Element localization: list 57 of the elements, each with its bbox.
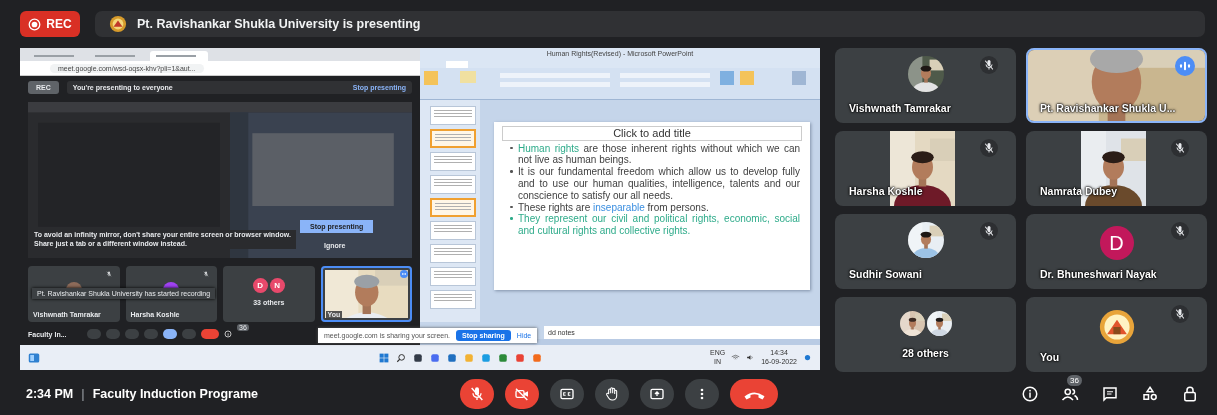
volume-icon[interactable] (746, 354, 756, 361)
search-icon[interactable] (395, 352, 406, 363)
participant-name: Sudhir Sowani (849, 268, 922, 280)
slide-thumbnail[interactable] (430, 221, 476, 240)
slide-bullet: They represent our civil and political rights, economic, social and cultural rights and collective rights. (510, 213, 800, 237)
slide-thumbnail[interactable] (430, 244, 476, 263)
university-logo (1098, 309, 1135, 345)
avatar-initial: D (1099, 226, 1134, 260)
info-icon[interactable] (1021, 384, 1039, 403)
presenting-text: Pt. Ravishankar Shukla University is presenting (137, 17, 421, 31)
more-options-button[interactable] (685, 378, 719, 409)
slide-thumbnail[interactable] (430, 152, 476, 171)
slide-bullet: Human rights are those inherent rights without which we can not live as human beings. (510, 142, 800, 167)
recording-button[interactable]: REC (20, 11, 80, 37)
participant-name: You (1040, 351, 1060, 363)
university-logo (109, 15, 127, 33)
app-icon[interactable] (412, 352, 423, 363)
avatar-initial: D (252, 278, 268, 293)
raise-hand-button[interactable] (595, 378, 629, 409)
browser-tab[interactable] (150, 51, 208, 62)
slide-thumbnail[interactable] (430, 106, 476, 125)
present-button[interactable] (163, 329, 177, 339)
app-icon[interactable] (446, 352, 457, 363)
slide-thumbnail[interactable] (430, 129, 476, 148)
slide-thumbnail[interactable] (430, 290, 476, 309)
meeting-title: Faculty Induction Programe (92, 386, 258, 401)
participant-name: Vishwnath Tamrakar (849, 102, 951, 114)
participant-name: 28 others (902, 347, 949, 359)
wifi-icon[interactable] (731, 354, 741, 361)
hand-icon (604, 385, 620, 402)
audio-level-icon (400, 270, 408, 278)
camera-button[interactable] (505, 378, 539, 409)
slide-bullet: It is our fundamental freedom which allow us to develop fully and to use our human qualities, intelligence, talents and our conscience to satisfy our all needs. (510, 166, 800, 202)
slide-bullet: These rights are inseparable from persons. (510, 201, 800, 214)
chat-icon[interactable] (1101, 384, 1119, 403)
start-icon[interactable] (378, 352, 389, 363)
host-controls-icon[interactable] (1181, 384, 1199, 403)
present-button[interactable] (640, 378, 674, 409)
notification-icon[interactable] (803, 354, 812, 361)
mic-off-icon (469, 385, 485, 402)
slide-thumbnail[interactable] (430, 175, 476, 194)
camera-off-icon (514, 385, 530, 402)
slide-thumbnail[interactable] (430, 198, 476, 217)
info-icon[interactable] (224, 330, 232, 338)
avatar-initial: N (269, 278, 285, 293)
slide-title: Click to add title (502, 126, 802, 141)
microphone-button[interactable] (460, 378, 494, 409)
activities-icon[interactable] (1141, 384, 1159, 403)
record-icon (28, 17, 42, 31)
participant-name: Dr. Bhuneshwari Nayak (1040, 268, 1157, 280)
separator: | (81, 386, 85, 401)
end-call-button[interactable] (730, 378, 778, 409)
slide-thumbnail[interactable] (430, 267, 476, 286)
captions-button[interactable] (550, 378, 584, 409)
participant-count-badge: 36 (1067, 374, 1082, 386)
clock: 2:34 PM (26, 386, 74, 401)
widgets-icon[interactable] (28, 351, 40, 364)
